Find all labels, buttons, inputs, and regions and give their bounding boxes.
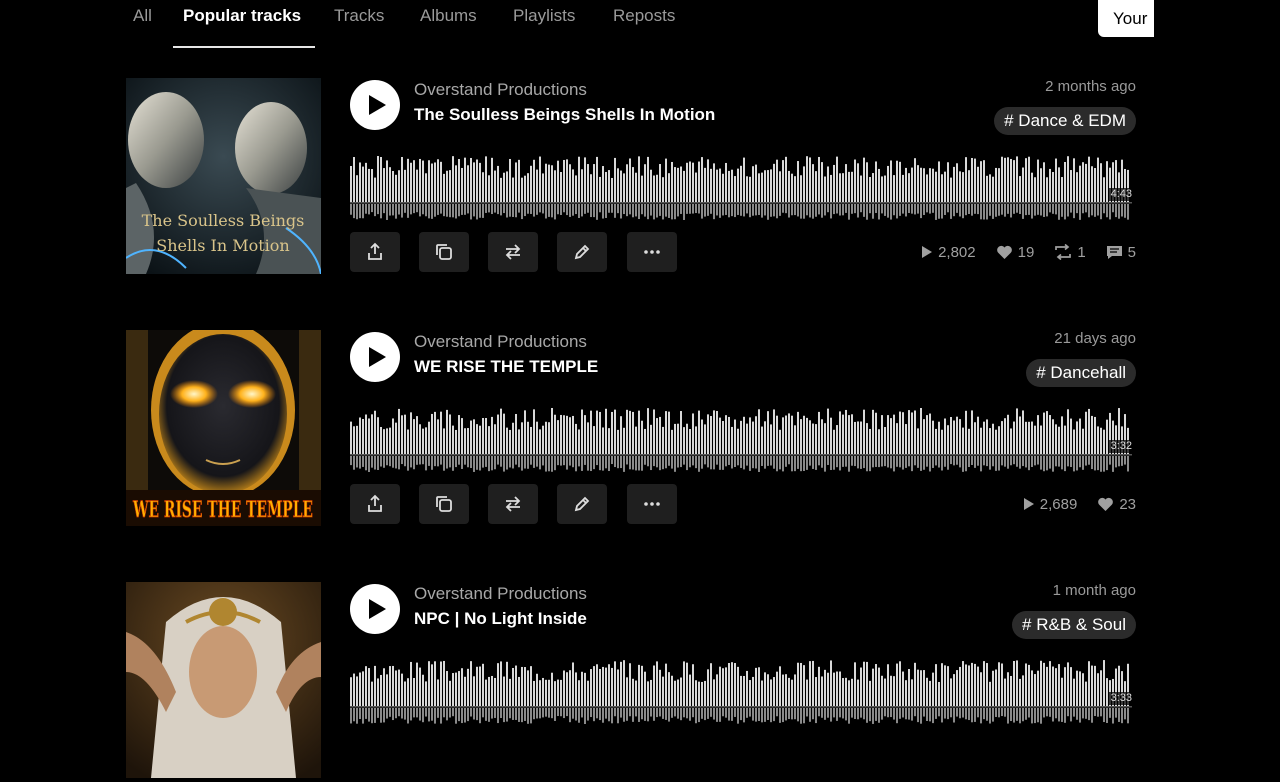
play-button[interactable] <box>350 332 400 382</box>
play-button[interactable] <box>350 584 400 634</box>
share-icon <box>368 494 382 512</box>
comment-count[interactable]: 5 <box>1106 244 1136 261</box>
genre-tag[interactable]: # R&B & Soul <box>1012 611 1136 639</box>
play-count-value: 2,802 <box>938 243 976 261</box>
track-stats: 2,689 23 <box>1023 494 1136 514</box>
track-artist[interactable]: Overstand Productions <box>414 332 587 352</box>
track-item: The Soulless Beings Shells In Motion Ove… <box>126 78 1136 278</box>
repost-button[interactable] <box>488 484 538 524</box>
active-tab-indicator <box>173 46 315 48</box>
tab-playlists[interactable]: Playlists <box>513 6 575 26</box>
more-icon <box>644 502 660 506</box>
play-icon <box>369 95 386 115</box>
track-stats: 2,802 19 1 5 <box>921 242 1136 262</box>
share-icon <box>368 242 382 260</box>
like-count-value: 19 <box>1017 243 1035 261</box>
pencil-icon <box>574 244 590 260</box>
profile-tabs: All Popular tracks Tracks Albums Playlis… <box>126 0 1126 48</box>
play-count-value: 2,689 <box>1039 495 1078 513</box>
more-button[interactable] <box>627 484 677 524</box>
repost-count-value: 1 <box>1077 243 1086 261</box>
artwork-image: The Soulless Beings Shells In Motion <box>126 78 321 274</box>
repost-button[interactable] <box>488 232 538 272</box>
genre-tag[interactable]: # Dance & EDM <box>994 107 1136 135</box>
track-duration: 3:33 <box>1108 692 1134 705</box>
waveform[interactable] <box>350 402 1132 476</box>
like-count[interactable]: 23 <box>1097 496 1136 513</box>
tab-albums[interactable]: Albums <box>420 6 477 26</box>
track-artist[interactable]: Overstand Productions <box>414 80 587 100</box>
copy-link-button[interactable] <box>419 232 469 272</box>
track-title[interactable]: WE RISE THE TEMPLE <box>414 357 598 377</box>
track-artwork[interactable] <box>126 582 321 778</box>
play-icon <box>369 347 386 367</box>
track-date: 21 days ago <box>1054 330 1136 347</box>
waveform[interactable] <box>350 654 1132 728</box>
play-count: 2,689 <box>1023 495 1078 513</box>
track-duration: 3:32 <box>1108 440 1134 453</box>
artwork-caption: Shells In Motion <box>156 236 289 255</box>
play-count: 2,802 <box>921 244 976 261</box>
play-count-icon <box>1023 498 1034 510</box>
track-artwork[interactable]: WE RISE THE TEMPLE <box>126 330 321 526</box>
edit-button[interactable] <box>557 232 607 272</box>
like-count-value: 23 <box>1119 495 1136 513</box>
comment-icon <box>1106 245 1122 259</box>
more-icon <box>644 250 660 254</box>
track-item: Overstand Productions NPC | No Light Ins… <box>126 582 1136 782</box>
track-item: WE RISE THE TEMPLE Overstand Productions… <box>126 330 1136 530</box>
repost-count[interactable]: 1 <box>1054 243 1086 261</box>
share-button[interactable] <box>350 232 400 272</box>
play-icon <box>369 599 386 619</box>
track-date: 1 month ago <box>1052 582 1136 599</box>
waveform[interactable] <box>350 150 1132 224</box>
copy-icon <box>436 244 452 260</box>
copy-icon <box>436 496 452 512</box>
track-duration: 4:43 <box>1108 188 1134 201</box>
your-button[interactable]: Your <box>1098 0 1154 37</box>
artwork-image: WE RISE THE TEMPLE <box>126 330 321 526</box>
edit-button[interactable] <box>557 484 607 524</box>
artwork-caption: WE RISE THE TEMPLE <box>132 497 313 523</box>
pencil-icon <box>574 496 590 512</box>
repost-count-icon <box>1055 244 1072 260</box>
genre-tag[interactable]: # Dancehall <box>1026 359 1136 387</box>
track-title[interactable]: NPC | No Light Inside <box>414 609 587 629</box>
more-button[interactable] <box>627 232 677 272</box>
track-artwork[interactable]: The Soulless Beings Shells In Motion <box>126 78 321 274</box>
tab-reposts[interactable]: Reposts <box>613 6 675 26</box>
copy-link-button[interactable] <box>419 484 469 524</box>
tab-popular-tracks[interactable]: Popular tracks <box>183 6 301 26</box>
share-button[interactable] <box>350 484 400 524</box>
track-artist[interactable]: Overstand Productions <box>414 584 587 604</box>
like-count[interactable]: 19 <box>996 243 1035 261</box>
heart-icon <box>1098 497 1114 511</box>
comment-count-value: 5 <box>1127 243 1136 261</box>
heart-icon <box>996 245 1012 259</box>
artwork-caption: The Soulless Beings <box>142 211 305 230</box>
track-title[interactable]: The Soulless Beings Shells In Motion <box>414 105 715 125</box>
tab-all[interactable]: All <box>133 6 152 26</box>
track-date: 2 months ago <box>1045 78 1136 95</box>
repost-icon <box>505 496 521 512</box>
play-count-icon <box>922 246 933 258</box>
play-button[interactable] <box>350 80 400 130</box>
repost-icon <box>505 244 521 260</box>
tab-tracks[interactable]: Tracks <box>334 6 384 26</box>
artwork-image <box>126 582 321 778</box>
